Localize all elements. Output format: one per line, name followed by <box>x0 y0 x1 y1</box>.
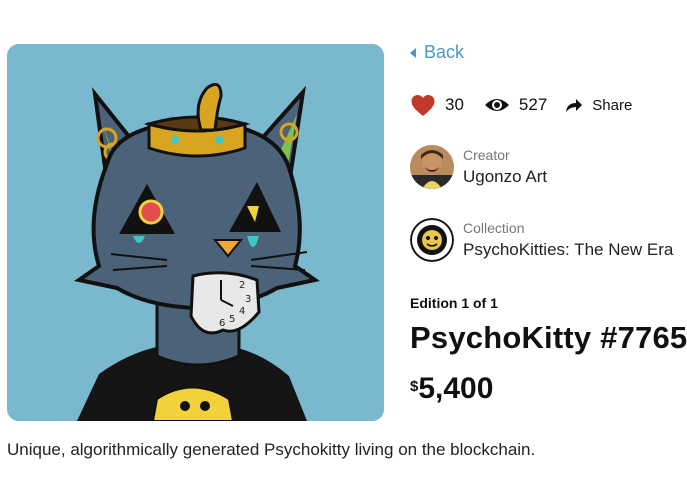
svg-text:5: 5 <box>229 314 235 325</box>
views-count: 527 <box>518 95 548 114</box>
collection-avatar[interactable] <box>410 218 454 262</box>
like-button[interactable]: 30 <box>410 94 464 117</box>
collection-label: Collection <box>463 220 525 236</box>
svg-text:3: 3 <box>245 294 251 305</box>
likes-count: 30 <box>445 95 464 114</box>
page-title: PsychoKitty #7765 <box>410 320 687 355</box>
stats-bar: 30 527 Share <box>410 92 632 118</box>
collection-name[interactable]: PsychoKitties: The New Era <box>463 239 673 261</box>
chevron-left-icon <box>410 47 416 58</box>
heart-icon <box>411 94 435 116</box>
views-stat: 527 <box>484 95 547 115</box>
share-label: Share <box>592 96 633 114</box>
price-currency: $ <box>410 378 419 395</box>
svg-text:6: 6 <box>219 318 225 329</box>
price-amount: 5,400 <box>418 372 494 405</box>
back-link[interactable]: Back <box>410 42 464 63</box>
creator-avatar[interactable] <box>410 145 454 189</box>
creator-label: Creator <box>463 147 510 163</box>
collection-block[interactable]: Collection PsychoKitties: The New Era <box>410 218 673 262</box>
artwork-image[interactable]: 2 3 4 5 6 <box>7 44 384 421</box>
creator-name[interactable]: Ugonzo Art <box>463 166 547 188</box>
description: Unique, algorithmically generated Psycho… <box>7 440 536 459</box>
svg-text:2: 2 <box>239 280 245 291</box>
creator-block[interactable]: Creator Ugonzo Art <box>410 145 547 189</box>
eye-icon <box>484 99 509 111</box>
share-button[interactable]: Share <box>565 97 632 114</box>
share-arrow-icon <box>566 99 583 112</box>
edition-label: Edition 1 of 1 <box>410 295 498 311</box>
price: $ 5,400 <box>410 372 493 406</box>
svg-text:4: 4 <box>239 306 245 317</box>
back-label: Back <box>424 42 465 62</box>
